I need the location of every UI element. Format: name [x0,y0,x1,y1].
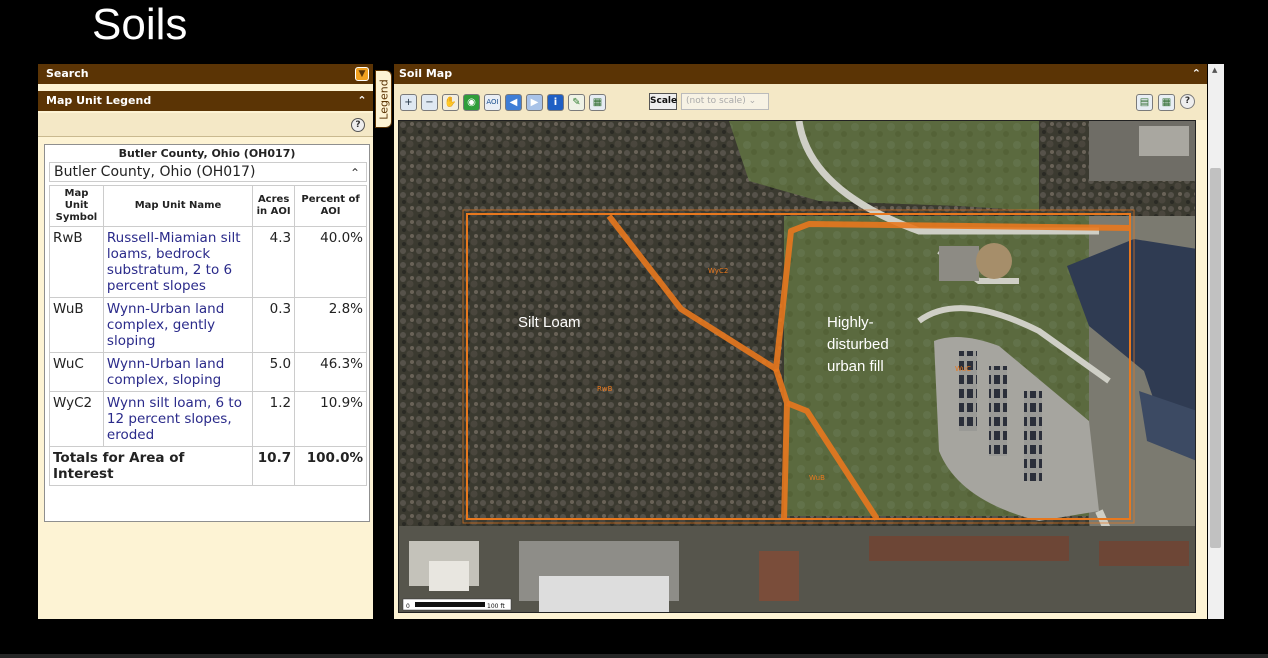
zoom-in-icon[interactable]: + [400,94,417,111]
slide-title: Soils [92,0,188,49]
zoom-out-icon[interactable]: − [421,94,438,111]
table-row: RwB Russell-Miamian silt loams, bedrock … [49,226,367,298]
totals-row: Totals for Area of Interest 10.7 100.0% [48,446,367,486]
unit-name-link[interactable]: Russell-Miamian silt loams, bedrock subs… [107,230,241,294]
map-unit-table: Map Unit Symbol Map Unit Name Acres in A… [48,185,367,486]
house [759,551,799,601]
building [539,576,669,612]
unit-acres: 1.2 [252,391,296,447]
parked-cars [959,351,977,431]
map-help-icon[interactable]: ? [1180,94,1195,109]
legend-panel-header[interactable]: Map Unit Legend ⌃ [38,91,373,111]
table-row: WuC Wynn-Urban land complex, sloping 5.0… [49,352,367,392]
table-row: WuB Wynn-Urban land complex, gently slop… [49,297,367,353]
table-row: WyC2 Wynn silt loam, 6 to 12 percent slo… [49,391,367,447]
collapse-legend-icon[interactable]: ⌃ [355,94,369,108]
layout-split-icon[interactable]: ▦ [1158,94,1175,111]
expand-search-icon[interactable]: ▼ [355,67,369,81]
unit-symbol: WyC2 [49,391,104,447]
unit-name-cell: Wynn-Urban land complex, sloping [102,352,254,392]
aoi-icon[interactable]: AOI [484,94,501,111]
measure-icon[interactable]: ✎ [568,94,585,111]
scale-select[interactable]: (not to scale) ⌄ [681,93,769,110]
county-header: Butler County, Ohio (OH017) [118,147,296,160]
building [1139,126,1189,156]
identify-icon[interactable]: i [547,94,564,111]
county-row[interactable]: Butler County, Ohio (OH017) ⌃ [49,162,367,182]
totals-percent: 100.0% [294,446,367,486]
county-row-label: Butler County, Ohio (OH017) [54,164,256,180]
legend-help-row: ? [38,113,373,137]
slide-bottom-edge [0,654,1268,658]
legend-tab-label: Legend [377,79,391,120]
forward-icon[interactable]: ▶ [526,94,543,111]
map-unit-label-wuc: WuC [955,365,971,373]
townhouse-row [1099,541,1189,566]
unit-name-cell: Russell-Miamian silt loams, bedrock subs… [102,226,254,298]
parked-cars [989,366,1007,456]
unit-name-link[interactable]: Wynn-Urban land complex, sloping [107,356,224,388]
unit-symbol: RwB [49,226,104,298]
map-panel: Soil Map ⌃ + − ✋ ◉ AOI ◀ ▶ i ✎ ▦ Scale (… [394,64,1207,619]
col-symbol: Map Unit Symbol [49,185,104,227]
search-panel-header[interactable]: Search ▼ [38,64,373,84]
unit-name-cell: Wynn silt loam, 6 to 12 percent slopes, … [102,391,254,447]
annotation-disturbed: disturbed [827,336,889,353]
totals-acres: 10.7 [252,446,296,486]
playground [976,243,1012,279]
scale-button[interactable]: Scale [649,93,677,110]
map-unit-label-wyc2: WyC2 [708,267,728,275]
pan-icon[interactable]: ✋ [442,94,459,111]
scrollbar-thumb[interactable] [1210,168,1221,548]
unit-name-cell: Wynn-Urban land complex, gently sloping [102,297,254,353]
col-acres: Acres in AOI [252,185,296,227]
layout-panel-icon[interactable]: ▤ [1136,94,1153,111]
scale-select-value: (not to scale) [686,96,746,106]
legend-panel-title: Map Unit Legend [46,94,152,107]
left-panel: Search ▼ Map Unit Legend ⌃ ? Butler Coun… [38,64,373,619]
map-panel-header: Soil Map ⌃ [394,64,1207,84]
back-icon[interactable]: ◀ [505,94,522,111]
townhouse-row [869,536,1069,561]
map-panel-title: Soil Map [399,67,453,80]
page-scrollbar[interactable]: ▲ [1208,64,1224,619]
unit-acres: 4.3 [252,226,296,298]
unit-name-link[interactable]: Wynn-Urban land complex, gently sloping [107,301,224,349]
print-icon[interactable]: ▦ [589,94,606,111]
building [429,561,469,591]
legend-box: Butler County, Ohio (OH017) Butler Count… [44,144,370,522]
aerial-map-svg: WyC2 RwB WuC WuB Silt Loam Highly- distu… [399,121,1195,612]
scale-bar-end: 100 ft [487,603,505,610]
col-percent: Percent of AOI [294,185,367,227]
unit-symbol: WuB [49,297,104,353]
scroll-up-icon[interactable]: ▲ [1212,66,1217,74]
unit-symbol: WuC [49,352,104,392]
annotation-urban-fill: urban fill [827,358,884,375]
map-unit-label-wub: WuB [809,474,825,482]
unit-acres: 0.3 [252,297,296,353]
playground-court [939,246,979,281]
unit-percent: 46.3% [294,352,367,392]
scale-bar-ticks [415,602,485,607]
search-panel-title: Search [46,67,89,80]
help-icon[interactable]: ? [351,118,365,132]
parked-cars [1024,391,1042,481]
unit-name-link[interactable]: Wynn silt loam, 6 to 12 percent slopes, … [107,395,242,443]
collapse-county-icon[interactable]: ⌃ [350,164,360,182]
soil-map-canvas[interactable]: WyC2 RwB WuC WuB Silt Loam Highly- distu… [398,120,1196,613]
unit-percent: 10.9% [294,391,367,447]
unit-percent: 2.8% [294,297,367,353]
totals-label: Totals for Area of Interest [48,446,254,486]
unit-acres: 5.0 [252,352,296,392]
annotation-highly: Highly- [827,314,874,331]
map-toolbar: + − ✋ ◉ AOI ◀ ▶ i ✎ ▦ Scale (not to scal… [394,84,1207,120]
annotation-silt-loam: Silt Loam [518,314,581,331]
map-unit-label-rwb: RwB [597,385,613,393]
collapse-map-icon[interactable]: ⌃ [1192,64,1201,84]
legend-tab[interactable]: Legend [375,70,392,128]
full-extent-icon[interactable]: ◉ [463,94,480,111]
col-name: Map Unit Name [102,185,254,227]
scale-bar-zero: 0 [406,603,410,610]
unit-percent: 40.0% [294,226,367,298]
